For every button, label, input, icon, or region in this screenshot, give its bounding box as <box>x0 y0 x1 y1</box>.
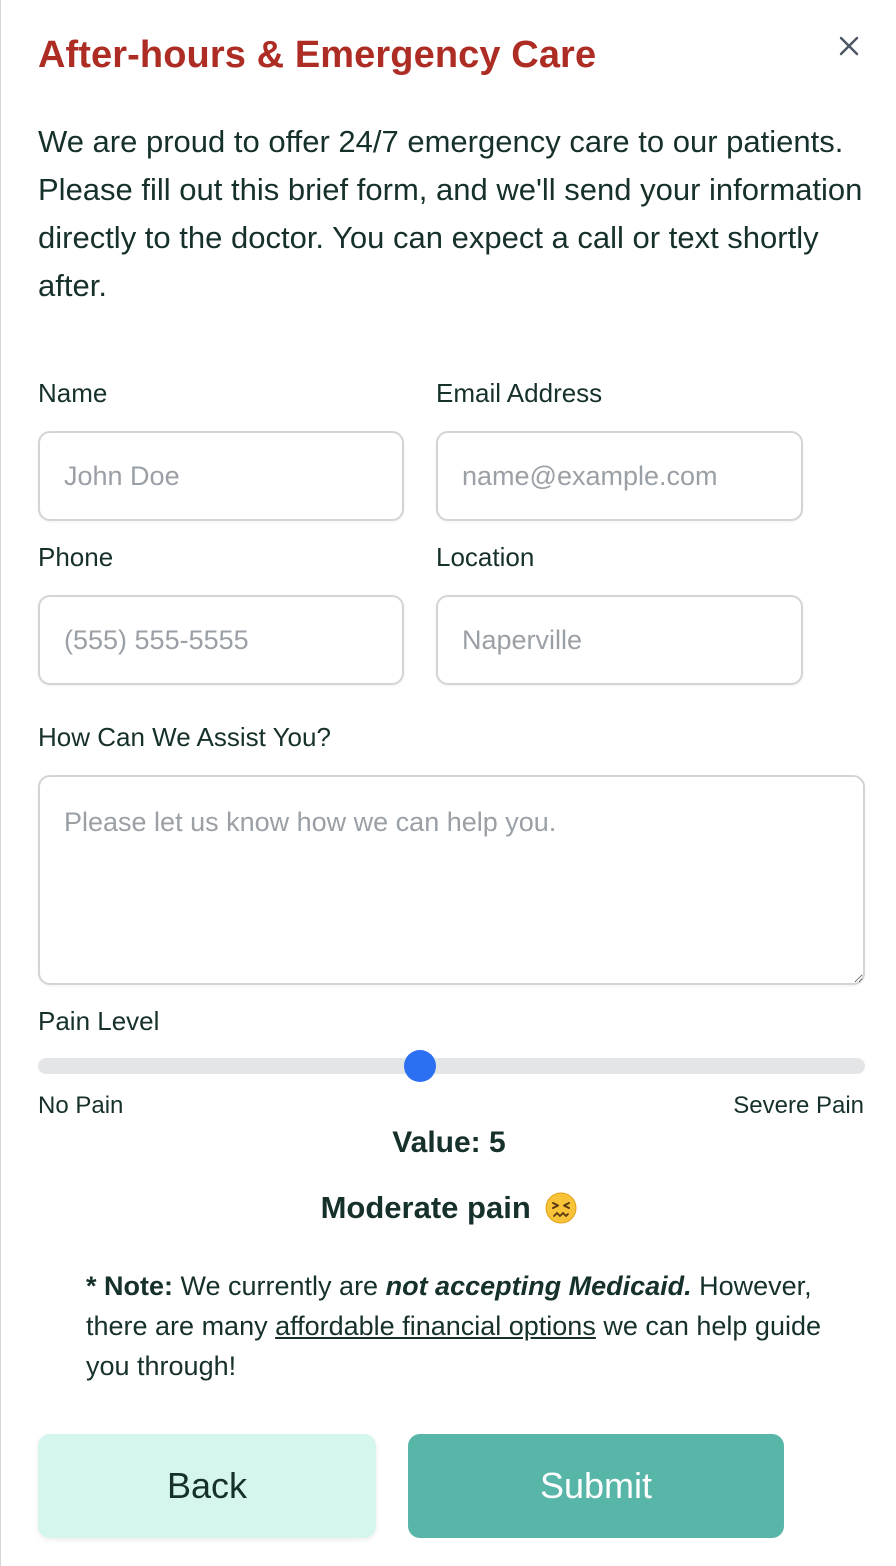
note-emphasis: not accepting Medicaid. <box>385 1271 692 1301</box>
pain-description-text: Moderate pain <box>320 1190 531 1225</box>
note-text-1: We currently are <box>173 1271 386 1301</box>
confounded-face-icon <box>545 1192 577 1232</box>
pain-value-readout: Value: 5 <box>392 1126 506 1159</box>
email-label: Email Address <box>436 378 603 408</box>
location-input[interactable] <box>436 595 803 685</box>
location-label: Location <box>436 542 535 572</box>
submit-button[interactable]: Submit <box>408 1434 784 1538</box>
name-input[interactable] <box>38 431 404 521</box>
assist-label: How Can We Assist You? <box>38 722 331 752</box>
close-button[interactable] <box>833 30 865 62</box>
emergency-care-modal: After-hours & Emergency Care We are prou… <box>0 0 896 1566</box>
no-pain-label: No Pain <box>38 1092 124 1119</box>
pain-level-slider[interactable] <box>38 1050 865 1082</box>
modal-title: After-hours & Emergency Care <box>38 34 597 76</box>
pain-level-label: Pain Level <box>38 1006 160 1036</box>
intro-text: We are proud to offer 24/7 emergency car… <box>38 124 863 303</box>
back-button[interactable]: Back <box>38 1434 376 1538</box>
note-prefix: * Note: <box>86 1271 173 1301</box>
phone-label: Phone <box>38 542 114 572</box>
phone-input[interactable] <box>38 595 404 685</box>
close-icon <box>839 36 859 56</box>
financial-options-link[interactable]: affordable financial options <box>275 1311 596 1341</box>
pain-slider-thumb[interactable] <box>403 1050 436 1082</box>
assist-textarea[interactable] <box>38 775 865 985</box>
email-input[interactable] <box>436 431 803 521</box>
medicaid-note: * Note: We currently are not accepting M… <box>86 1266 846 1386</box>
severe-pain-label: Severe Pain <box>733 1092 864 1119</box>
name-label: Name <box>38 378 108 408</box>
pain-description: Moderate pain <box>1 1190 896 1232</box>
